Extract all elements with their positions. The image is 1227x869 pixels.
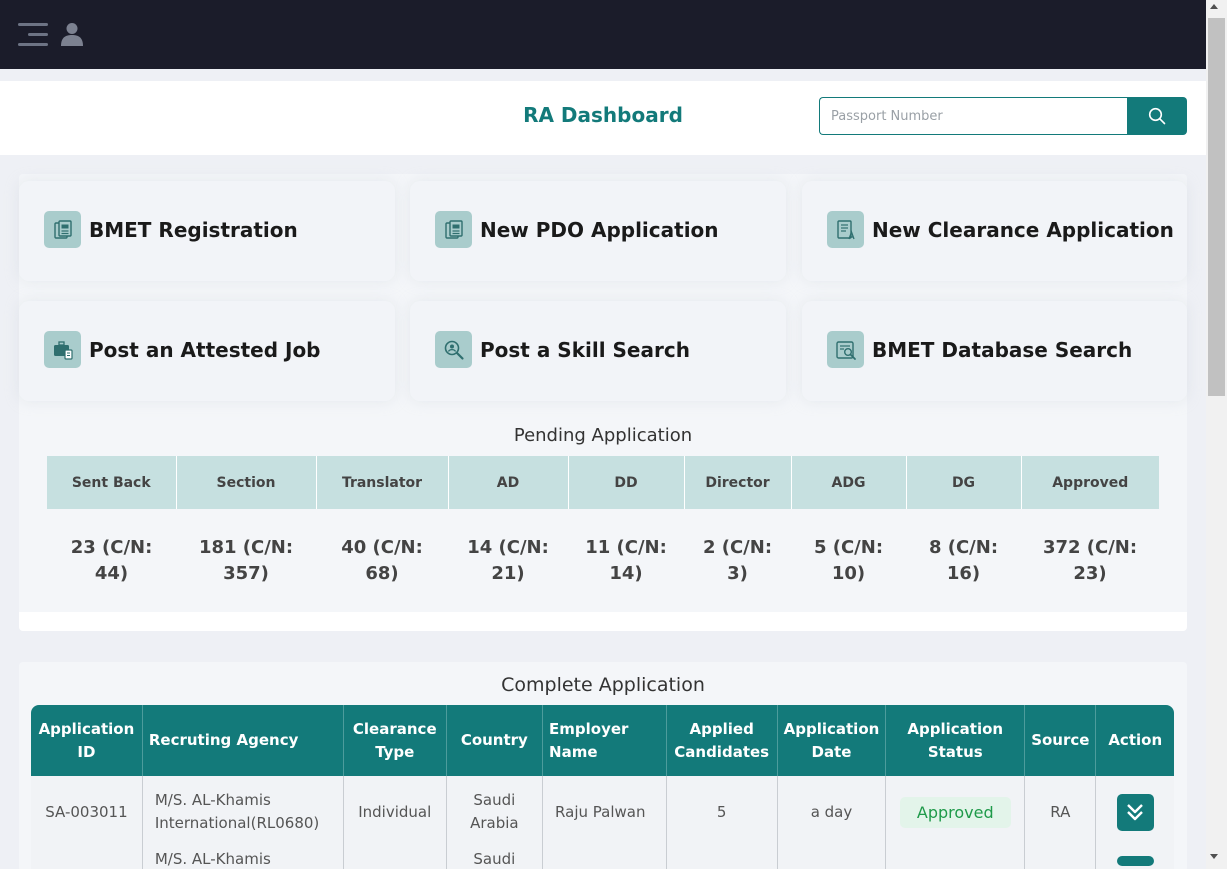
scroll-up-arrow-icon[interactable] (1210, 4, 1218, 9)
column-header: Application Date (777, 705, 887, 776)
quick-link-post-skill-search[interactable]: Post a Skill Search (410, 301, 786, 401)
quick-link-bmet-database-search[interactable]: BMET Database Search (802, 301, 1187, 401)
table-header-row: Application ID Recruting Agency Clearanc… (31, 705, 1174, 776)
column-header: Country (446, 705, 544, 776)
panel-footer (19, 612, 1187, 631)
column-header: Translator (316, 456, 449, 509)
pending-count: 372 (C/N: 23) (1042, 537, 1138, 584)
skill-search-icon (435, 331, 472, 368)
quick-link-label: New PDO Application (480, 218, 719, 242)
status-badge: Approved (899, 796, 1011, 828)
table-row[interactable]: M/S. AL-Khamis Saudi (31, 848, 1174, 869)
column-header: ADG (791, 456, 907, 509)
quick-link-label: BMET Database Search (872, 338, 1133, 362)
pending-count: 11 (C/N: 14) (585, 537, 667, 584)
double-chevron-down-icon (1127, 804, 1144, 821)
menu-icon[interactable] (18, 22, 50, 48)
top-navbar (0, 0, 1206, 69)
column-header: Clearance Type (343, 705, 447, 776)
applied-candidates: 5 (666, 776, 778, 848)
table-row: 23 (C/N: 44) 181 (C/N: 357) 40 (C/N: 68)… (47, 509, 1159, 613)
pending-count: 40 (C/N: 68) (341, 537, 423, 584)
table-row[interactable]: SA-003011 M/S. AL-Khamis International(R… (31, 776, 1174, 848)
recruiting-agency: M/S. AL-Khamis (142, 848, 344, 869)
clearance-type: Individual (343, 776, 447, 848)
employer-name (543, 848, 667, 869)
source: RA (1025, 776, 1097, 848)
application-id (31, 848, 143, 869)
registration-document-icon (44, 211, 81, 248)
user-profile-icon[interactable] (60, 22, 84, 46)
scroll-down-arrow-icon[interactable] (1210, 854, 1218, 859)
pending-count: 181 (C/N: 357) (198, 537, 294, 584)
complete-application-title: Complete Application (501, 674, 705, 696)
pending-count: 5 (C/N: 10) (813, 537, 884, 584)
quick-link-post-attested-job[interactable]: Post an Attested Job (19, 301, 395, 401)
quick-link-label: Post an Attested Job (89, 338, 321, 362)
quick-link-label: Post a Skill Search (480, 338, 690, 362)
column-header: Application ID (31, 705, 143, 776)
action-cell (1096, 776, 1174, 848)
column-header: Section (176, 456, 317, 509)
application-date: a day (777, 776, 887, 848)
search-button[interactable] (1127, 97, 1187, 135)
action-cell (1096, 848, 1174, 869)
quick-link-new-clearance-application[interactable]: New Clearance Application (802, 181, 1187, 281)
pdo-document-icon (435, 211, 472, 248)
column-header: DD (568, 456, 685, 509)
clearance-document-icon (827, 211, 864, 248)
application-status-cell: Approved (886, 776, 1026, 848)
employer-name: Raju Palwan (543, 776, 667, 848)
table-header-row: Sent Back Section Translator AD DD Direc… (47, 456, 1159, 509)
column-header: Director (684, 456, 792, 509)
pending-application-title: Pending Application (513, 425, 693, 446)
expand-action-button[interactable] (1116, 793, 1154, 831)
scrollbar-thumb[interactable] (1208, 18, 1225, 396)
column-header: Source (1025, 705, 1097, 776)
column-header: Action (1096, 705, 1174, 776)
source (1025, 848, 1097, 869)
page-header: RA Dashboard (0, 81, 1206, 155)
pending-count: 8 (C/N: 16) (928, 537, 999, 584)
clearance-type (343, 848, 447, 869)
application-id: SA-003011 (31, 776, 143, 848)
quick-link-label: New Clearance Application (872, 218, 1174, 242)
applied-candidates (666, 848, 778, 869)
column-header: Applied Candidates (666, 705, 778, 776)
pending-application-table: Sent Back Section Translator AD DD Direc… (47, 456, 1159, 613)
pending-count: 23 (C/N: 44) (70, 537, 153, 584)
application-date (777, 848, 887, 869)
column-header: Employer Name (543, 705, 667, 776)
quick-link-bmet-registration[interactable]: BMET Registration (19, 181, 395, 281)
quick-link-label: BMET Registration (89, 218, 298, 242)
recruiting-agency: M/S. AL-Khamis International(RL0680) (142, 776, 344, 848)
expand-action-button[interactable] (1116, 856, 1154, 866)
column-header: DG (906, 456, 1022, 509)
database-search-icon (827, 331, 864, 368)
passport-search-input[interactable] (819, 97, 1128, 135)
search-icon (1148, 107, 1166, 125)
column-header: AD (448, 456, 569, 509)
column-header: Recruting Agency (142, 705, 344, 776)
application-status-cell (886, 848, 1026, 869)
quick-link-new-pdo-application[interactable]: New PDO Application (410, 181, 786, 281)
pending-count: 2 (C/N: 3) (702, 537, 773, 584)
briefcase-icon (44, 331, 81, 368)
country: Saudi (446, 848, 544, 869)
country: Saudi Arabia (446, 776, 544, 848)
complete-application-table: Application ID Recruting Agency Clearanc… (31, 705, 1174, 869)
pending-count: 14 (C/N: 21) (467, 537, 549, 584)
column-header: Approved (1021, 456, 1159, 509)
column-header: Application Status (886, 705, 1026, 776)
column-header: Sent Back (47, 456, 177, 509)
